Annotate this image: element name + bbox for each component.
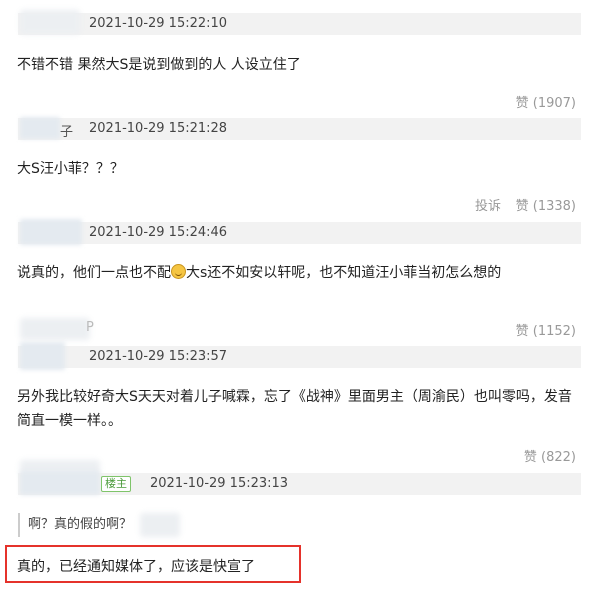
blurred-username [20,219,82,245]
blurred-username [20,117,60,139]
comment-text: 大S汪小菲？？？ [17,161,124,177]
like-button[interactable]: 赞 (1907) [516,92,576,111]
comment-timestamp: 2021-10-29 15:22:10 [89,16,228,31]
blurred-username [20,318,90,340]
comment-text-part: 说真的，他们一点也不配 [17,265,171,281]
quoted-text: 啊？真的假的啊？ [28,517,133,532]
username-fragment: P [86,320,94,335]
blurred-username [20,471,100,495]
comment-timestamp: 2021-10-29 15:23:13 [150,476,289,491]
comment-text-line: 另外我比较好奇大S天天对着儿子喊霖，忘了《战神》里面男主（周渝民）也叫零吗，发音 [17,389,572,405]
op-badge: 楼主 [101,476,131,492]
like-button[interactable]: 赞 (1152) [516,320,576,339]
comment-timestamp: 2021-10-29 15:24:46 [89,225,228,240]
like-button[interactable]: 赞 (1338) [516,195,576,214]
username-fragment: 子 [60,125,74,140]
grinning-sweat-emoji-icon [171,264,186,279]
comment-text-line: 简直一模一样。。 [17,413,122,429]
report-link[interactable]: 投诉 [475,195,501,214]
like-button[interactable]: 赞 (822) [524,446,576,465]
comment-text-part: 大s还不如安以轩呢，也不知道汪小菲当初怎么想的 [186,265,502,281]
comment-timestamp: 2021-10-29 15:21:28 [89,121,228,136]
reply-text: 真的，已经通知媒体了，应该是快宣了 [17,559,255,575]
blurred-quote-author [140,513,180,537]
comment-text: 说真的，他们一点也不配 大s还不如安以轩呢，也不知道汪小菲当初怎么想的 [17,262,501,282]
blurred-avatar [20,342,65,370]
blurred-username [20,10,80,34]
comment-text: 不错不错 果然大S是说到做到的人 人设立住了 [17,57,301,73]
comment-timestamp: 2021-10-29 15:23:57 [89,349,228,364]
